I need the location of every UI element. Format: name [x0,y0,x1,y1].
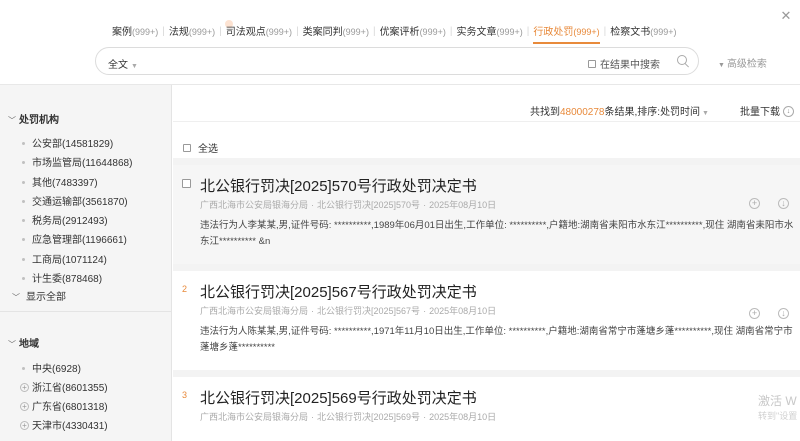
tab-similar-cases[interactable]: 类案同判(999+) [303,26,369,42]
close-icon[interactable]: ✕ [780,9,792,22]
tab-separator: | [526,26,530,37]
divider [0,311,171,312]
filter-group-region[interactable]: ﹀ 地域 [8,335,39,350]
result-title-link[interactable]: 北公银行罚决[2025]567号行政处罚决定书 [200,281,477,302]
chevron-down-icon: ﹀ [12,293,20,302]
category-tabs: 案例(999+) | 法规(999+) | 司法观点(999+) | 类案同判(… [112,26,677,44]
result-count: 48000278 [560,107,605,118]
expand-plus-icon[interactable]: + [20,401,29,411]
result-meta: 广西北海市公安局银海分局 · 北公银行罚决[2025]569号 · 2025年08月10… [200,412,497,422]
filter-item[interactable]: + 广东省(6801318) [20,398,108,413]
filter-item[interactable]: + 天津市(4330431) [20,417,108,432]
search-within-results-toggle[interactable]: 在结果中搜索 [588,56,660,71]
result-item[interactable]: 2 北公银行罚决[2025]567号行政处罚决定书 广西北海市公安局银海分局 · 北… [173,271,800,370]
bullet-icon [22,218,25,222]
result-snippet: 违法行为人李某某,男,证件号码: **********,1989年06月01日出… [200,220,794,247]
filter-item[interactable]: 中央(6928) [22,360,81,375]
search-bar: 全文 ▼ 在结果中搜索 [95,47,699,75]
add-icon[interactable]: + [749,308,760,319]
tab-separator: | [296,26,299,37]
tab-separator: | [219,26,222,37]
bullet-icon [22,366,25,370]
filter-item[interactable]: 税务局(2912493) [22,212,108,227]
result-title-link[interactable]: 北公银行罚决[2025]570号行政处罚决定书 [200,175,477,196]
checkbox[interactable] [183,143,191,152]
tab-separator: | [372,26,376,37]
filter-item[interactable]: 交通运输部(3561870) [22,193,128,208]
bullet-icon [22,237,25,241]
tab-procuratorial-docs[interactable]: 检察文书(999+) [610,26,676,42]
tab-cases[interactable]: 案例(999+) [112,26,158,42]
spacer [173,264,800,271]
bullet-icon [22,180,25,184]
tab-practice-articles[interactable]: 实务文章(999+) [456,26,522,42]
bullet-icon [22,276,25,280]
chevron-down-icon: ﹀ [8,340,16,349]
filter-sidebar: ﹀ 处罚机构 公安部(14581829) 市场监管局(11644868) 其他(7… [0,85,172,441]
caret-down-icon: ▼ [718,62,725,69]
checkbox[interactable] [182,179,191,188]
select-all-checkbox[interactable]: 全选 [183,140,218,155]
tab-case-reviews[interactable]: 优案评析(999+) [380,26,446,42]
tab-separator: | [603,26,607,37]
filter-item[interactable]: 市场监管局(11644868) [22,154,132,169]
search-input[interactable] [166,52,606,70]
filter-item[interactable]: 应急管理部(1196661) [22,231,127,246]
divider [173,121,800,122]
activation-watermark-sub: 转到"设置 [758,411,798,421]
filter-item[interactable]: 公安部(14581829) [22,135,113,150]
batch-download-button[interactable]: 批量下载 ↓ [740,103,794,118]
spacer [173,158,800,165]
download-icon[interactable]: ↓ [778,308,789,319]
bullet-icon [22,199,25,203]
tab-judicial-views[interactable]: 司法观点(999+) [226,26,292,42]
add-icon[interactable]: + [749,198,760,209]
filter-item[interactable]: 其他(7483397) [22,174,98,189]
result-item[interactable]: 北公银行罚决[2025]570号行政处罚决定书 广西北海市公安局银海分局 · 北公银… [173,165,800,264]
bullet-icon [22,257,25,261]
search-icon[interactable] [676,54,690,68]
download-icon: ↓ [783,105,794,117]
caret-down-icon: ▼ [131,63,138,70]
result-meta: 广西北海市公安局银海分局 · 北公银行罚决[2025]570号 · 2025年08月10… [200,200,497,210]
tab-separator: | [162,26,165,37]
result-title-link[interactable]: 北公银行罚决[2025]569号行政处罚决定书 [200,387,477,408]
result-index: 2 [182,284,188,294]
result-item[interactable]: 3 北公银行罚决[2025]569号行政处罚决定书 广西北海市公安局银海分局 · 北… [173,377,800,441]
bullet-icon [22,141,25,145]
caret-down-icon: ▼ [700,110,709,117]
search-scope-select[interactable]: 全文 ▼ [108,56,138,71]
tab-separator: | [449,26,453,37]
tab-regulations[interactable]: 法规(999+) [169,26,215,42]
result-summary: 共找到48000278条结果,排序:处罚时间 ▼ [530,107,709,118]
result-meta: 广西北海市公安局银海分局 · 北公银行罚决[2025]567号 · 2025年08月10… [200,306,497,316]
expand-plus-icon[interactable]: + [20,420,29,430]
advanced-search-link[interactable]: ▼ 高级检索 [718,55,767,70]
checkbox[interactable] [588,59,596,68]
filter-group-penalty-org[interactable]: ﹀ 处罚机构 [8,111,59,126]
spacer [173,370,800,377]
filter-item[interactable]: 工商局(1071124) [22,251,107,266]
result-index: 3 [182,390,188,400]
bullet-icon [22,160,25,164]
expand-plus-icon[interactable]: + [20,382,29,392]
filter-item[interactable]: 计生委(878468) [22,270,102,285]
chevron-down-icon: ﹀ [8,116,16,125]
tab-admin-penalties[interactable]: 行政处罚(999+) [533,26,600,44]
show-all-link[interactable]: ﹀ 显示全部 [12,288,66,303]
filter-item[interactable]: + 浙江省(8601355) [20,379,108,394]
result-snippet: 违法行为人陈某某,男,证件号码: **********,1971年11月10日出… [200,326,793,353]
activation-watermark: 激活 W [758,394,797,408]
download-icon[interactable]: ↓ [778,198,789,209]
sort-select[interactable]: 处罚时间 ▼ [660,107,709,118]
